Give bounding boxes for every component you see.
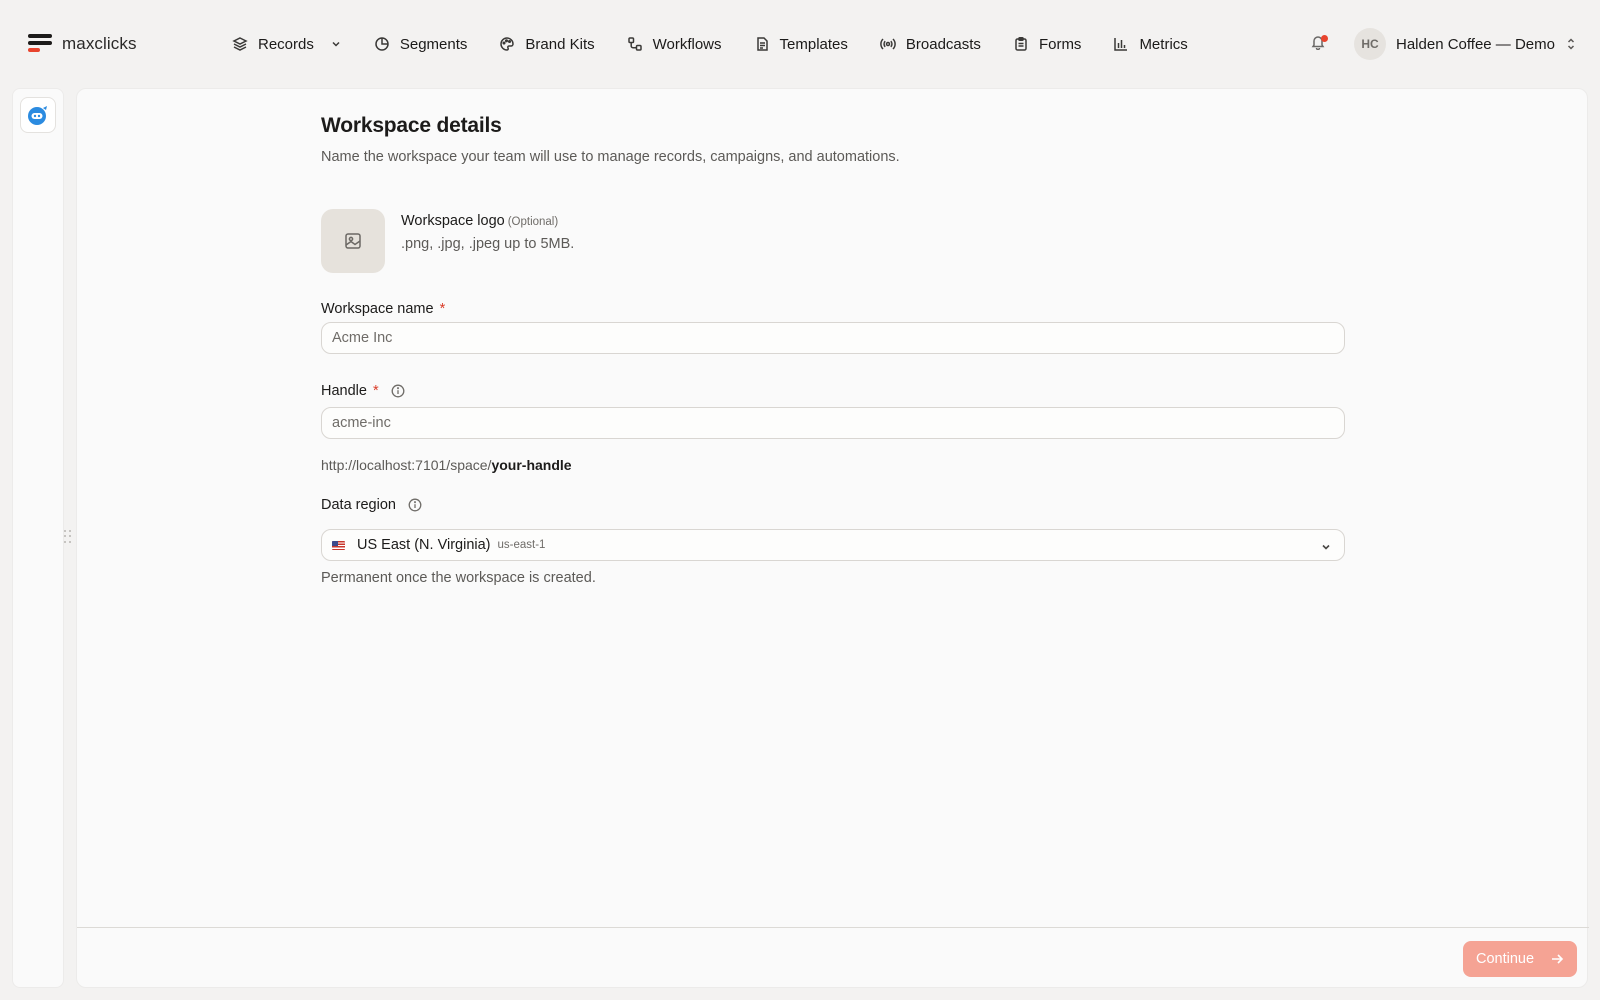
avatar: HC	[1354, 28, 1386, 60]
nav-label: Metrics	[1139, 35, 1188, 53]
region-code: us-east-1	[497, 539, 546, 551]
continue-label: Continue	[1475, 951, 1535, 967]
handle-url-preview: http://localhost:7101/space/your-handle	[321, 457, 572, 473]
field-label-text: Workspace name	[321, 301, 434, 317]
field-label-text: Data region	[321, 497, 396, 513]
brand-logo[interactable]: maxclicks	[28, 34, 137, 54]
logo-label-text: Workspace logo	[401, 213, 505, 229]
selected-region: US East (N. Virginia)	[357, 537, 491, 553]
broadcast-icon	[880, 38, 896, 50]
required-marker: *	[439, 301, 446, 317]
data-region-select[interactable]: US East (N. Virginia) us-east-1	[321, 529, 1345, 561]
brand-name: maxclicks	[62, 34, 137, 53]
page-subtitle: Name the workspace your team will use to…	[321, 149, 900, 165]
workflow-icon	[627, 37, 642, 51]
us-flag-icon	[332, 540, 345, 550]
nav-item-segments[interactable]: Segments	[374, 30, 468, 58]
required-marker: *	[372, 383, 379, 399]
nav-item-brand-kits[interactable]: Brand Kits	[499, 30, 595, 58]
logo-upload-button[interactable]	[321, 209, 385, 273]
nav-item-workflows[interactable]: Workflows	[627, 30, 722, 58]
region-help-text: Permanent once the workspace is created.	[321, 570, 596, 586]
handle-label: Handle *	[321, 383, 406, 399]
data-region-label: Data region	[321, 497, 423, 513]
layers-icon	[232, 37, 248, 51]
image-icon	[345, 233, 361, 249]
nav-label: Workflows	[652, 35, 722, 53]
chevron-down-icon	[332, 41, 340, 47]
main-panel: Workspace details Name the workspace you…	[76, 88, 1589, 988]
url-handle: your-handle	[491, 457, 572, 473]
chevron-up-down-icon	[1567, 38, 1575, 50]
nav-label: Templates	[779, 35, 848, 53]
page-title: Workspace details	[321, 114, 502, 137]
assistant-button[interactable]	[20, 97, 56, 133]
continue-button[interactable]: Continue	[1463, 941, 1577, 977]
footer-divider	[77, 927, 1589, 928]
account-name: Halden Coffee — Demo	[1396, 35, 1555, 53]
account-switcher[interactable]: HC Halden Coffee — Demo	[1354, 28, 1577, 60]
nav-label: Brand Kits	[525, 35, 595, 53]
optional-tag: (Optional)	[507, 216, 559, 228]
arrow-right-icon	[1552, 954, 1564, 964]
handle-input[interactable]	[321, 407, 1345, 439]
workspace-name-label: Workspace name *	[321, 301, 445, 317]
nav-label: Records	[258, 35, 314, 53]
main-nav: Records Segments Brand Kits Workflows Te…	[232, 30, 1220, 58]
logo-label: Workspace logo (Optional)	[401, 213, 558, 229]
nav-label: Segments	[399, 35, 468, 53]
notification-dot	[1321, 35, 1328, 42]
left-rail	[12, 88, 64, 988]
logo-help-text: .png, .jpg, .jpeg up to 5MB.	[401, 236, 575, 252]
nav-item-forms[interactable]: Forms	[1013, 30, 1082, 58]
workspace-name-input[interactable]	[321, 322, 1345, 354]
field-label-text: Handle	[321, 383, 367, 399]
document-icon	[756, 37, 768, 51]
bar-chart-icon	[1114, 38, 1128, 51]
info-icon[interactable]	[408, 498, 423, 513]
nav-label: Forms	[1038, 35, 1082, 53]
robot-assistant-icon	[28, 106, 47, 125]
url-prefix: http://localhost:7101/space/	[321, 457, 492, 473]
nav-item-records[interactable]: Records	[232, 30, 342, 58]
clipboard-icon	[1015, 37, 1027, 51]
top-navigation: maxclicks Records Segments Brand Kits Wo…	[0, 0, 1600, 88]
pie-chart-icon	[375, 37, 389, 51]
nav-label: Broadcasts	[905, 35, 981, 53]
nav-item-broadcasts[interactable]: Broadcasts	[880, 30, 981, 58]
palette-icon	[500, 37, 515, 51]
nav-item-metrics[interactable]: Metrics	[1113, 30, 1188, 58]
notifications-button[interactable]	[1310, 34, 1330, 54]
resize-handle[interactable]	[64, 530, 74, 544]
info-icon[interactable]	[391, 384, 406, 399]
nav-item-templates[interactable]: Templates	[754, 30, 848, 58]
chevron-down-icon	[1320, 540, 1332, 552]
maxclicks-logo-icon	[28, 34, 52, 54]
